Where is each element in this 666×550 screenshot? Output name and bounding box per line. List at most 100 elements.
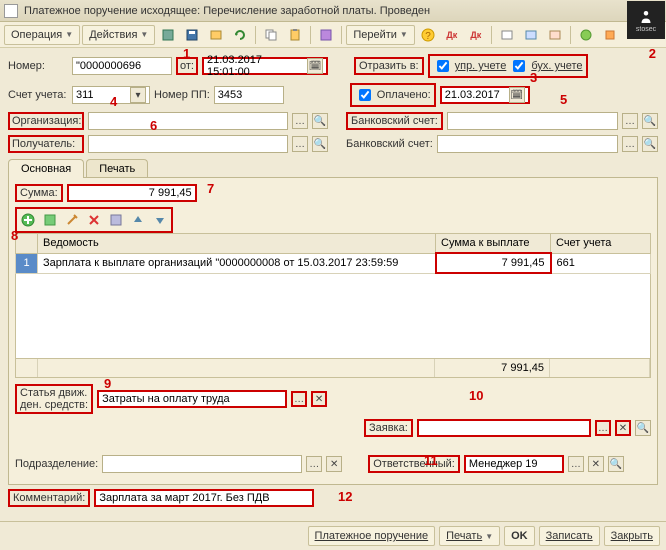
add-row-icon[interactable] <box>18 210 38 230</box>
edit-row-icon[interactable] <box>62 210 82 230</box>
pp-input[interactable]: 3453 <box>214 86 284 104</box>
operation-menu[interactable]: Операция▼ <box>4 25 80 45</box>
org-input[interactable] <box>88 112 288 130</box>
grid: Ведомость Сумма к выплате Счет учета 1 З… <box>15 233 651 274</box>
stat-labels: Статья движ. ден. средств: <box>15 384 93 414</box>
tool-icon-1[interactable] <box>157 25 179 45</box>
bank2-ellipsis[interactable]: … <box>622 136 638 152</box>
form-body: Номер: "0000000696 1 от: 21.03.2017 15:0… <box>0 48 666 518</box>
org-search-icon[interactable]: 🔍 <box>312 113 328 129</box>
upr-check[interactable] <box>437 60 449 72</box>
dk2-icon[interactable]: Дк <box>465 25 487 45</box>
bank1-search-icon[interactable]: 🔍 <box>642 113 658 129</box>
tab-print[interactable]: Печать <box>86 159 148 178</box>
reflect-label: Отразить в: <box>354 57 424 75</box>
date-input[interactable]: 21.03.2017 15:01:00🗓 <box>202 57 328 75</box>
tool-icon-d[interactable] <box>575 25 597 45</box>
tab-panel: Сумма: 7 991,45 7 8 Ведомость Сумма к вы… <box>8 177 658 485</box>
bank1-input[interactable] <box>447 112 618 130</box>
close-button[interactable]: Закрыть <box>604 526 660 546</box>
tool-icon-3[interactable] <box>205 25 227 45</box>
tabs: Основная Печать <box>8 158 658 177</box>
tool-icon-a[interactable] <box>496 25 518 45</box>
bank2-search-icon[interactable]: 🔍 <box>642 136 658 152</box>
table-row[interactable]: 1 Зарплата к выплате организаций "000000… <box>16 253 651 273</box>
grid-footer: 7 991,45 <box>15 359 651 378</box>
print-button[interactable]: Печать▼ <box>439 526 500 546</box>
bukh-check[interactable] <box>513 60 525 72</box>
up-icon[interactable] <box>128 210 148 230</box>
bank1-label: Банковский счет: <box>346 112 443 130</box>
org-ellipsis[interactable]: … <box>292 113 308 129</box>
delete-row-icon[interactable] <box>84 210 104 230</box>
bank1-ellipsis[interactable]: … <box>622 113 638 129</box>
titlebar: Платежное поручение исходящее: Перечисле… <box>0 0 666 22</box>
zayavka-ellipsis[interactable]: … <box>595 420 611 436</box>
goto-menu[interactable]: Перейти▼ <box>346 25 415 45</box>
tab-main[interactable]: Основная <box>8 159 84 178</box>
zayavka-search-icon[interactable]: 🔍 <box>635 420 651 436</box>
add2-icon[interactable] <box>40 210 60 230</box>
paid-check[interactable] <box>359 89 371 101</box>
col-sum[interactable]: Сумма к выплате <box>436 234 551 254</box>
podr-ellipsis[interactable]: … <box>306 456 322 472</box>
dk-icon[interactable]: Дк <box>441 25 463 45</box>
tool-icon-e[interactable] <box>599 25 621 45</box>
sum-input[interactable]: 7 991,45 <box>67 184 197 202</box>
col-vedomost[interactable]: Ведомость <box>38 234 436 254</box>
grid-toolbar <box>15 207 173 233</box>
zayavka-clear-icon[interactable]: ✕ <box>615 420 631 436</box>
tool-icon-6[interactable] <box>315 25 337 45</box>
help-icon[interactable]: ? <box>417 25 439 45</box>
copy-icon[interactable] <box>260 25 282 45</box>
down-icon[interactable] <box>150 210 170 230</box>
logo-badge: stosec <box>627 1 665 39</box>
bottom-bar: Платежное поручение Печать▼ OK Записать … <box>0 521 666 550</box>
ok-button[interactable]: OK <box>504 526 535 546</box>
resp-clear-icon[interactable]: ✕ <box>588 456 604 472</box>
pp-label: Номер ПП: <box>154 89 210 101</box>
number-label: Номер: <box>8 60 68 72</box>
bank2-input[interactable] <box>437 135 618 153</box>
paid-group: Оплачено: <box>350 83 436 107</box>
account-label: Счет учета: <box>8 89 68 101</box>
recv-label: Получатель: <box>8 135 84 153</box>
save-button[interactable]: Записать <box>539 526 600 546</box>
account-input[interactable]: 311▾ <box>72 86 150 104</box>
paid-date-input[interactable]: 21.03.2017🗓 <box>440 86 530 104</box>
grid-icon[interactable] <box>106 210 126 230</box>
resp-search-icon[interactable]: 🔍 <box>608 456 624 472</box>
zayavka-label: Заявка: <box>364 419 413 437</box>
podr-clear-icon[interactable]: ✕ <box>326 456 342 472</box>
tool-icon-b[interactable] <box>520 25 542 45</box>
reflect-group: упр. учете бух. учете <box>428 54 588 78</box>
podr-input[interactable] <box>102 455 302 473</box>
paste-icon[interactable] <box>284 25 306 45</box>
resp-label: Ответственный: <box>368 455 460 473</box>
tool-icon-c[interactable] <box>544 25 566 45</box>
org-label: Организация: <box>8 112 84 130</box>
actions-menu[interactable]: Действия▼ <box>82 25 155 45</box>
recv-input[interactable] <box>88 135 288 153</box>
recv-ellipsis[interactable]: … <box>292 136 308 152</box>
sum-label: Сумма: <box>15 184 63 202</box>
resp-ellipsis[interactable]: … <box>568 456 584 472</box>
svg-text:?: ? <box>425 31 431 42</box>
stat-ellipsis[interactable]: … <box>291 391 307 407</box>
stat-input[interactable]: Затраты на оплату труда <box>97 390 287 408</box>
zayavka-input[interactable] <box>417 419 591 437</box>
app-icon <box>4 4 18 18</box>
comment-input[interactable]: Зарплата за март 2017г. Без ПДВ <box>94 489 314 507</box>
resp-input[interactable]: Менеджер 19 <box>464 455 564 473</box>
ot-label: от: <box>176 57 198 75</box>
col-n[interactable] <box>16 234 38 254</box>
col-account[interactable]: Счет учета <box>551 234 651 254</box>
podr-label: Подразделение: <box>15 458 98 470</box>
pp-button[interactable]: Платежное поручение <box>308 526 436 546</box>
window-title: Платежное поручение исходящее: Перечисле… <box>24 5 430 17</box>
recv-search-icon[interactable]: 🔍 <box>312 136 328 152</box>
stat-clear-icon[interactable]: ✕ <box>311 391 327 407</box>
number-input[interactable]: "0000000696 <box>72 57 172 75</box>
refresh-icon[interactable] <box>229 25 251 45</box>
save-icon[interactable] <box>181 25 203 45</box>
